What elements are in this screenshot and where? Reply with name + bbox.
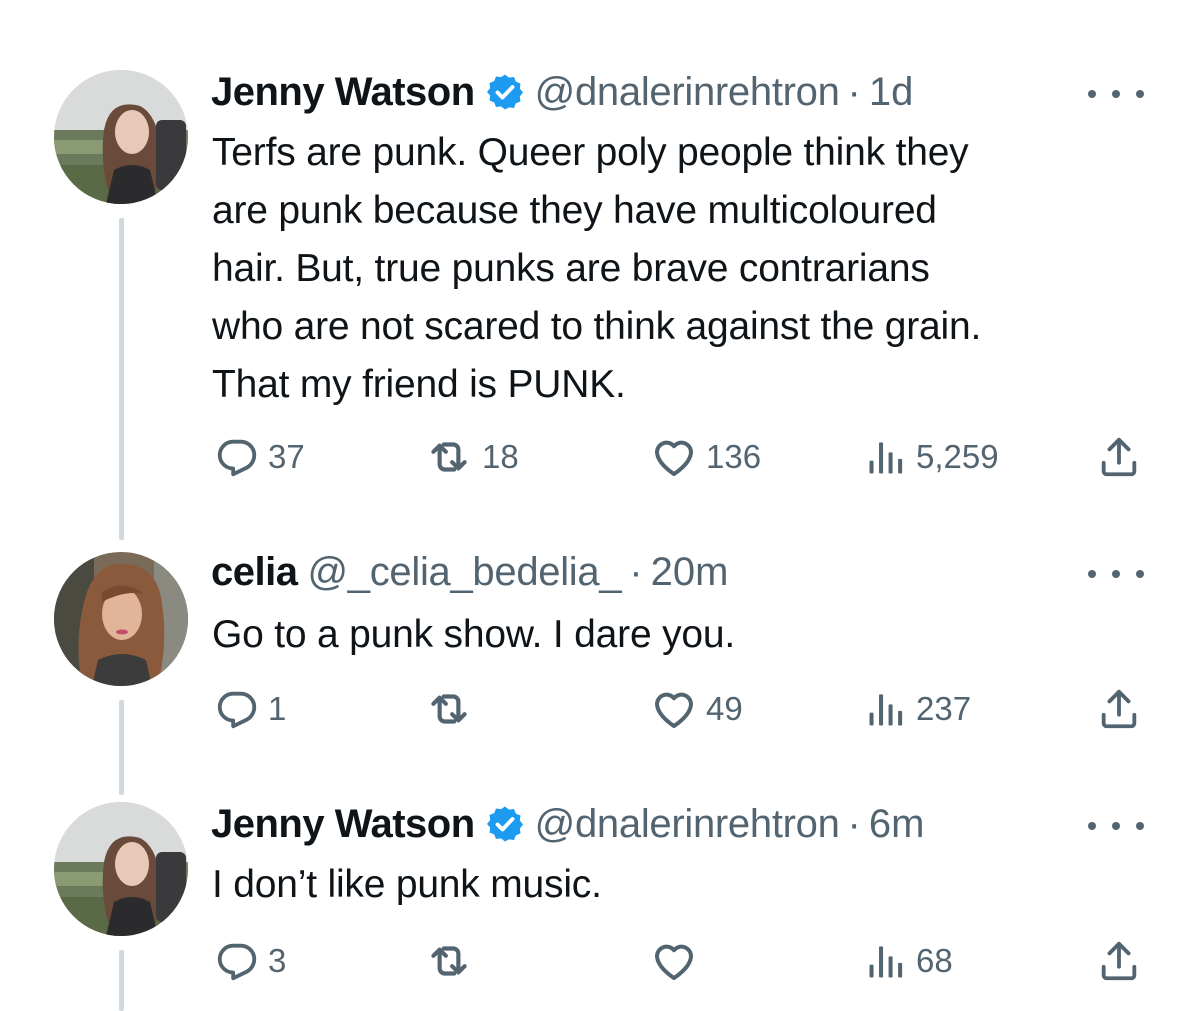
author-name[interactable]: celia [211,550,298,595]
timestamp[interactable]: 6m [869,802,925,847]
author-name[interactable]: Jenny Watson [211,70,475,115]
tweet-header: celia @_celia_bedelia_ · 20m [211,550,728,594]
like-count: 136 [706,438,762,475]
verified-badge-icon [485,72,525,112]
author-handle[interactable]: @dnalerinrehtron [535,802,840,847]
reply-button[interactable]: 1 [214,684,286,734]
reply-count: 37 [268,438,305,475]
action-bar: 37 18 136 5,259 [212,432,1152,482]
author-handle[interactable]: @dnalerinrehtron [535,70,840,115]
like-button[interactable]: 49 [650,684,743,734]
more-horizontal-icon[interactable] [1088,562,1144,586]
more-horizontal-icon[interactable] [1088,82,1144,106]
share-button[interactable] [1096,432,1142,482]
more-horizontal-icon[interactable] [1088,814,1144,838]
share-upload-icon [1096,434,1142,480]
reply-count: 3 [268,942,287,979]
author-name[interactable]: Jenny Watson [211,802,475,847]
tweet-text-line: That my friend is PUNK. [212,363,626,406]
thread-connector-line [119,700,124,795]
tweet-text-line: Go to a punk show. I dare you. [212,613,735,656]
repost-arrows-icon [424,432,474,482]
like-button[interactable] [650,936,706,986]
view-count: 5,259 [916,438,999,475]
verified-badge-icon [485,804,525,844]
timestamp[interactable]: 1d [869,70,914,115]
thread-connector-line [119,218,124,540]
reply-bubble-icon [214,686,260,732]
avatar[interactable] [54,802,188,936]
thread-connector-line [119,950,124,1011]
avatar-image [54,70,188,204]
repost-count: 18 [482,438,519,475]
bar-chart-icon [864,687,908,731]
author-handle[interactable]: @_celia_bedelia_ [307,550,621,595]
avatar-image [54,802,188,936]
reply-button[interactable]: 37 [214,432,305,482]
tweet-header: Jenny Watson @dnalerinrehtron · 6m [211,802,924,846]
avatar[interactable] [54,70,188,204]
reply-bubble-icon [214,938,260,984]
avatar-image [54,552,188,686]
tweet-text-line: hair. But, true punks are brave contrari… [212,247,930,290]
view-count: 237 [916,690,972,727]
separator-dot: · [847,69,861,114]
share-button[interactable] [1096,936,1142,986]
share-button[interactable] [1096,684,1142,734]
tweet-text-line: I don’t like punk music. [212,863,602,906]
tweet-header: Jenny Watson @dnalerinrehtron · 1d [211,70,913,114]
bar-chart-icon [864,939,908,983]
reply-bubble-icon [214,434,260,480]
share-upload-icon [1096,686,1142,732]
reply-button[interactable]: 3 [214,936,286,986]
reply-count: 1 [268,690,287,727]
separator-dot: · [629,549,643,594]
bar-chart-icon [864,435,908,479]
tweet-text-line: Terfs are punk. Queer poly people think … [212,131,969,174]
heart-icon [650,433,698,481]
tweet-text: Go to a punk show. I dare you. [212,606,735,664]
views-button[interactable]: 68 [864,936,953,986]
repost-arrows-icon [424,936,474,986]
like-button[interactable]: 136 [650,432,761,482]
tweet-text: Terfs are punk. Queer poly people think … [212,124,981,414]
action-bar: 3 68 [212,936,1152,986]
views-button[interactable]: 237 [864,684,971,734]
repost-button[interactable] [424,684,482,734]
avatar[interactable] [54,552,188,686]
view-count: 68 [916,942,953,979]
tweet-text-line: are punk because they have multicoloured [212,189,937,232]
timestamp[interactable]: 20m [651,550,729,595]
like-count: 49 [706,690,743,727]
repost-button[interactable]: 18 [424,432,519,482]
tweet-text: I don’t like punk music. [212,856,602,914]
heart-icon [650,685,698,733]
tweet-text-line: who are not scared to think against the … [212,305,982,348]
heart-icon [650,937,698,985]
share-upload-icon [1096,938,1142,984]
action-bar: 1 49 237 [212,684,1152,734]
repost-button[interactable] [424,936,482,986]
views-button[interactable]: 5,259 [864,432,999,482]
repost-arrows-icon [424,684,474,734]
separator-dot: · [847,801,861,846]
